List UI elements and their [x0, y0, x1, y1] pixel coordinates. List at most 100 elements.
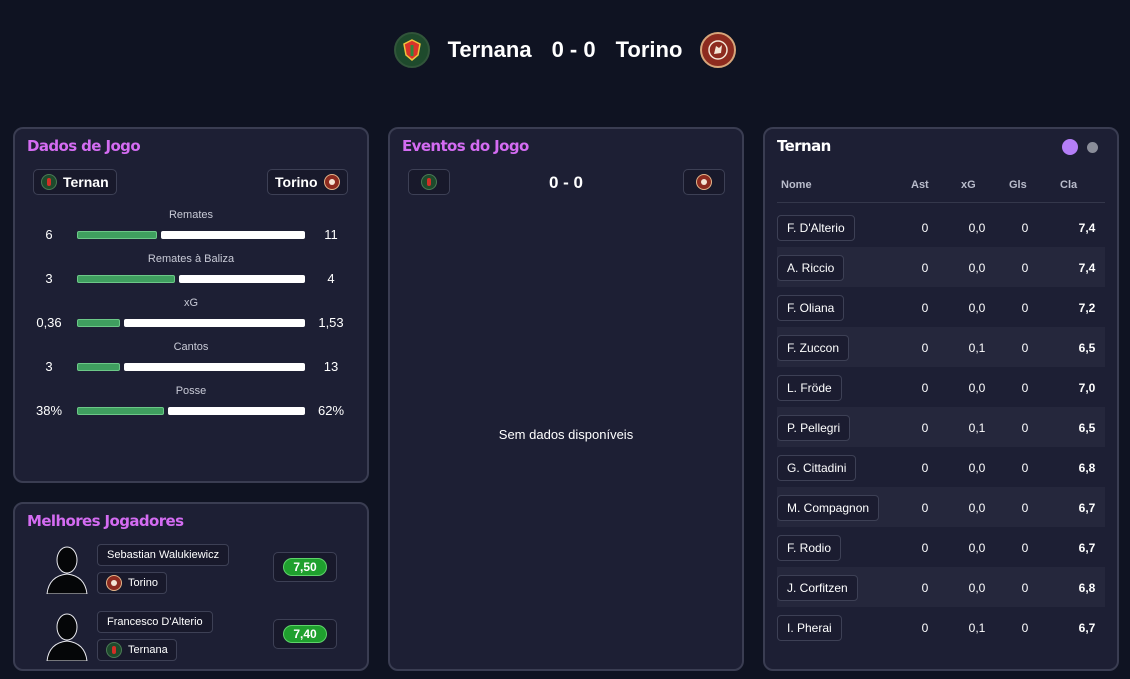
stat-away-value: 1,53 — [318, 315, 344, 330]
stat-row: 6 11 — [15, 227, 367, 243]
xg-value: 0,0 — [968, 381, 986, 395]
xg-value: 0,0 — [968, 261, 986, 275]
rating-value: 6,7 — [1078, 541, 1096, 555]
stat-away-bar — [179, 275, 305, 283]
stat-label: Remates — [168, 209, 214, 221]
col-name: Nome — [781, 179, 812, 191]
stat-away-value: 11 — [324, 227, 338, 242]
xg-value: 0,1 — [968, 621, 986, 635]
stat-label: Posse — [175, 385, 207, 397]
ternana-badge-icon — [106, 642, 122, 658]
match-events-panel: Eventos do Jogo 0 - 0 Sem dados disponív… — [388, 127, 744, 671]
player-name[interactable]: J. Corfitzen — [777, 575, 858, 601]
goals-value: 0 — [1021, 581, 1029, 595]
best-player-row[interactable]: Francesco D'Alterio Ternana 7,40 — [15, 611, 367, 669]
player-team-chip[interactable]: Torino — [97, 572, 167, 594]
player-team-name: Ternana — [128, 644, 168, 656]
assists-value: 0 — [921, 221, 929, 235]
player-name[interactable]: M. Compagnon — [777, 495, 880, 521]
player-name[interactable]: I. Pherai — [777, 615, 842, 641]
home-team-chip[interactable]: Ternan — [33, 169, 117, 195]
stat-away-bar — [124, 319, 305, 327]
player-name[interactable]: P. Pellegri — [777, 415, 851, 441]
player-team-name: Torino — [128, 577, 158, 589]
stat-row: 34 — [15, 271, 367, 287]
stat-home-bar — [77, 231, 157, 239]
player-name[interactable]: F. Rodio — [777, 535, 842, 561]
xg-value: 0,0 — [968, 221, 986, 235]
lineup-row[interactable]: J. Corfitzen 0 0,0 0 6,8 — [777, 567, 1105, 607]
goals-value: 0 — [1021, 221, 1029, 235]
xg-value: 0,0 — [968, 541, 986, 555]
lineup-row[interactable]: F. D'Alterio 0 0,0 0 7,4 — [777, 207, 1105, 247]
lineup-row[interactable]: A. Riccio 0 0,0 0 7,4 — [777, 247, 1105, 287]
col-xg: xG — [961, 179, 976, 191]
lineup-panel: Ternan Nome Ast xG Gls Cla F. D'Alterio 0… — [763, 127, 1119, 671]
away-team-chip[interactable]: Torino — [267, 169, 348, 195]
assists-value: 0 — [921, 381, 929, 395]
player-team-chip[interactable]: Ternana — [97, 639, 177, 661]
goals-value: 0 — [1021, 341, 1029, 355]
player-name[interactable]: Sebastian Walukiewicz — [97, 544, 230, 566]
match-header: Ternana 0 - 0 Torino — [0, 0, 1130, 100]
stat-row: 3 13 — [15, 359, 367, 375]
player-name[interactable]: G. Cittadini — [777, 455, 857, 481]
assists-value: 0 — [921, 301, 929, 315]
col-rating: Cla — [1060, 179, 1078, 191]
rating-value: 6,5 — [1078, 341, 1096, 355]
away-team-name: Torino — [615, 37, 683, 62]
rating-value: 7,0 — [1078, 381, 1096, 395]
torino-badge-icon — [696, 174, 712, 190]
home-team-name: Ternana — [447, 37, 532, 62]
ternana-crest-icon — [393, 32, 430, 68]
match-stats-title: Dados de Jogo — [27, 137, 141, 155]
events-away-crest-chip[interactable] — [683, 169, 725, 195]
player-name[interactable]: F. Oliana — [777, 295, 845, 321]
col-goals: Gls — [1009, 179, 1027, 191]
lineup-row[interactable]: I. Pherai 0 0,1 0 6,7 — [777, 607, 1105, 647]
best-players-panel: Melhores Jogadores Sebastian Walukiewicz… — [13, 502, 369, 671]
goals-value: 0 — [1021, 421, 1029, 435]
page-dot-active[interactable] — [1062, 139, 1078, 155]
goals-value: 0 — [1021, 301, 1029, 315]
best-player-row[interactable]: Sebastian Walukiewicz Torino 7,50 — [15, 544, 367, 602]
assists-value: 0 — [921, 261, 929, 275]
player-name[interactable]: F. D'Alterio — [777, 215, 855, 241]
lineup-row[interactable]: F. Oliana 0 0,0 0 7,2 — [777, 287, 1105, 327]
events-empty-message: Sem dados disponíveis — [498, 427, 634, 442]
lineup-row[interactable]: P. Pellegri 0 0,1 0 6,5 — [777, 407, 1105, 447]
stat-label: xG — [183, 297, 199, 309]
stat-row: 38% 62% — [15, 403, 367, 419]
goals-value: 0 — [1021, 621, 1029, 635]
stat-away-value: 62% — [317, 403, 345, 418]
page-dot-inactive[interactable] — [1087, 142, 1098, 153]
player-name[interactable]: A. Riccio — [777, 255, 845, 281]
stat-away-value: 13 — [323, 359, 339, 374]
stat-home-value: 3 — [45, 359, 53, 374]
lineup-row[interactable]: F. Rodio 0 0,0 0 6,7 — [777, 527, 1105, 567]
torino-badge-icon — [106, 575, 122, 591]
lineup-row[interactable]: F. Zuccon 0 0,1 0 6,5 — [777, 327, 1105, 367]
rating-value: 6,7 — [1078, 501, 1096, 515]
player-name[interactable]: Francesco D'Alterio — [97, 611, 213, 633]
match-score: 0 - 0 — [551, 37, 596, 62]
xg-value: 0,0 — [968, 461, 986, 475]
player-avatar-icon — [45, 611, 89, 662]
rating-value: 7,4 — [1078, 261, 1096, 275]
home-team-chip-label: Ternan — [63, 174, 109, 190]
lineup-row[interactable]: L. Fröde 0 0,0 0 7,0 — [777, 367, 1105, 407]
lineup-row[interactable]: M. Compagnon 0 0,0 0 6,7 — [777, 487, 1105, 527]
player-name[interactable]: L. Fröde — [777, 375, 842, 401]
match-stats-panel: Dados de Jogo Ternan Torino Remates 6 11 Re… — [13, 127, 369, 483]
stat-label: Remates à Baliza — [147, 253, 235, 265]
stat-away-bar — [168, 407, 305, 415]
player-rating: 7,50 — [283, 558, 327, 576]
assists-value: 0 — [921, 461, 929, 475]
xg-value: 0,0 — [968, 501, 986, 515]
xg-value: 0,0 — [968, 581, 986, 595]
match-events-title: Eventos do Jogo — [402, 137, 529, 155]
goals-value: 0 — [1021, 461, 1029, 475]
player-name[interactable]: F. Zuccon — [777, 335, 850, 361]
lineup-row[interactable]: G. Cittadini 0 0,0 0 6,8 — [777, 447, 1105, 487]
goals-value: 0 — [1021, 261, 1029, 275]
